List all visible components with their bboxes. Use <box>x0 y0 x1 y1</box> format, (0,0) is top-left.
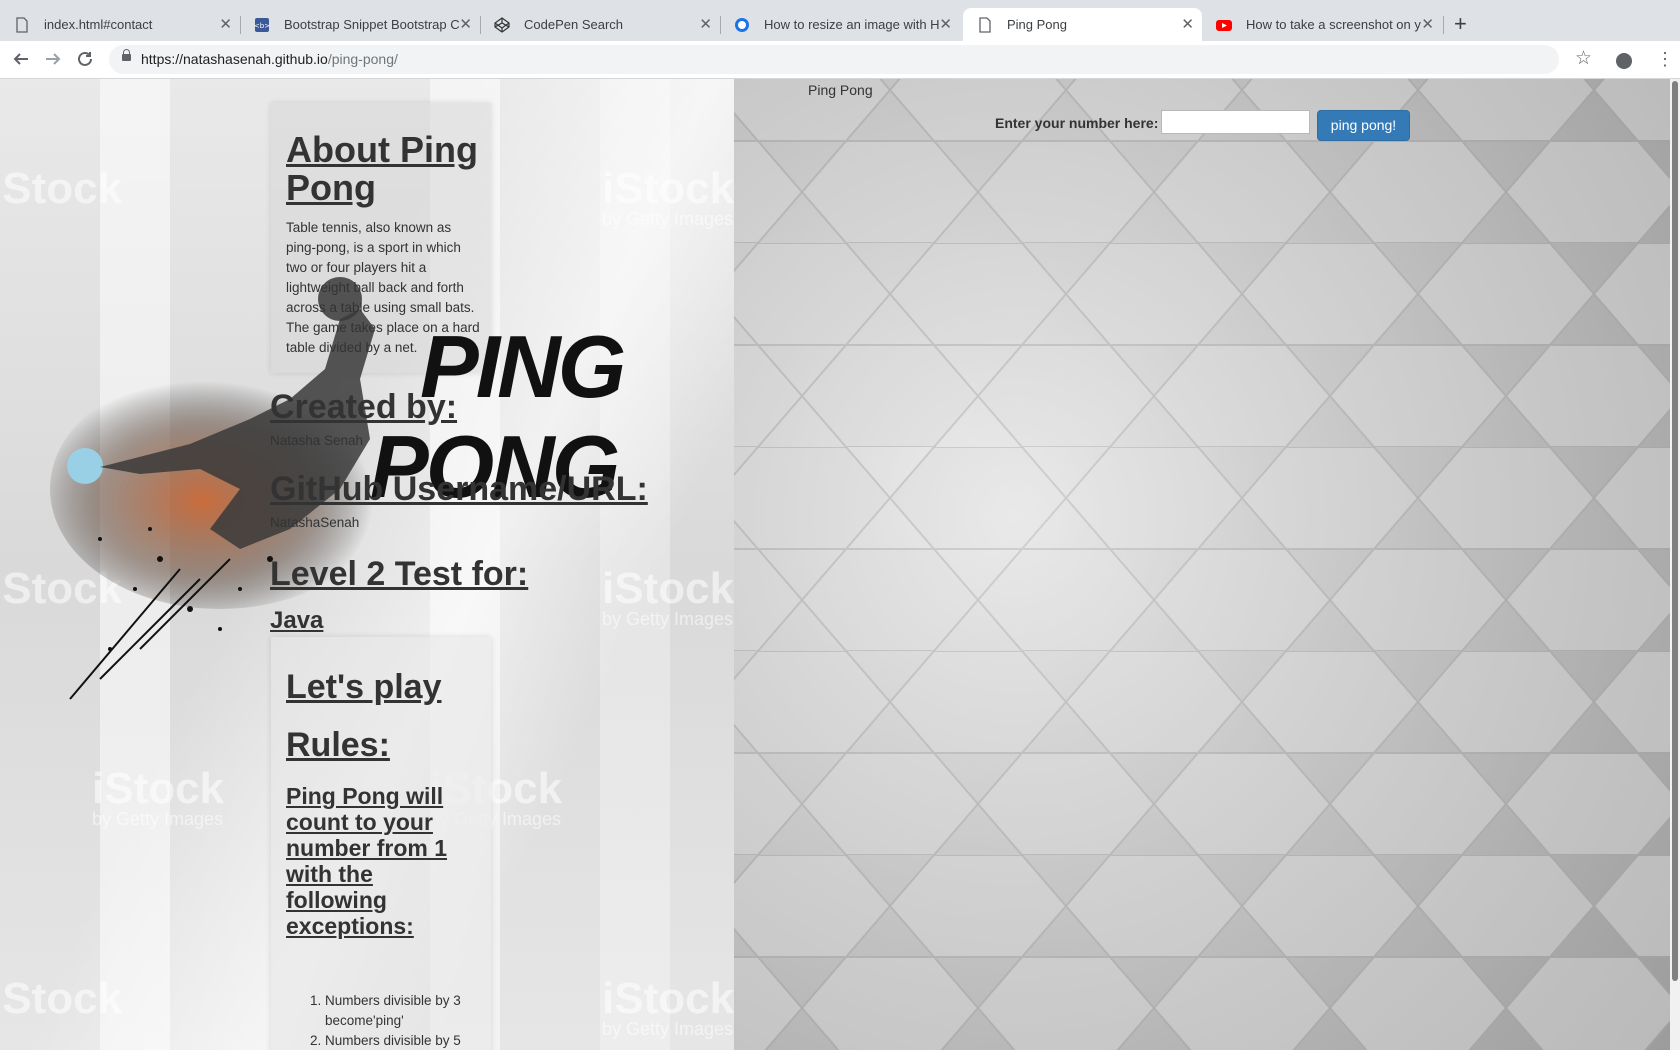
file-icon <box>16 17 28 33</box>
ping-pong-button[interactable]: ping pong! <box>1317 110 1410 141</box>
rules-heading: Rules: <box>286 726 390 764</box>
list-item: Numbers divisible by 3 become'ping' <box>325 991 505 1031</box>
browser-toolbar: https://natashasenah.github.io/ping-pong… <box>0 41 1680 79</box>
bookmark-star-icon[interactable]: ☆ <box>1575 47 1592 70</box>
java-heading: Java <box>270 607 324 634</box>
github-username: NatashaSenah <box>270 515 360 530</box>
back-button[interactable] <box>9 47 33 71</box>
github-heading: GitHub Username/URL: <box>270 470 648 508</box>
website-icon <box>735 18 749 32</box>
reload-button[interactable] <box>73 47 97 71</box>
created-by-heading: Created by: <box>270 388 458 426</box>
tab-title: CodePen Search <box>524 17 624 32</box>
tab-title: How to take a screenshot on y <box>1246 17 1421 32</box>
reload-icon <box>78 51 92 66</box>
watermark: iStock by Getty Images <box>602 974 735 1040</box>
list-item: Numbers divisible by 5 <box>325 1031 505 1050</box>
tab-bootsnipp[interactable]: <b> Bootstrap Snippet Bootstrap C ✕ <box>240 8 480 41</box>
profile-icon[interactable] <box>1616 53 1632 69</box>
url-text: https://natashasenah.github.io/ping-pong… <box>141 51 398 67</box>
watermark: iStock by Getty Images <box>602 164 735 230</box>
scrollbar[interactable] <box>1670 79 1680 1050</box>
tab-title: How to resize an image with H <box>764 17 940 32</box>
svg-text:<b>: <b> <box>254 22 270 30</box>
tab-title: index.html#contact <box>44 17 153 32</box>
close-icon[interactable]: ✕ <box>459 8 472 41</box>
youtube-icon <box>1216 20 1232 31</box>
watermark: iStock <box>0 164 123 213</box>
tab-screenshot-video[interactable]: How to take a screenshot on y ✕ <box>1202 8 1442 41</box>
forward-arrow-icon <box>46 53 61 65</box>
tab-index-contact[interactable]: index.html#contact ✕ <box>0 8 240 41</box>
page-content: iStock iStock by Getty Images iStock iSto… <box>0 79 1680 1050</box>
level-heading: Level 2 Test for: <box>270 555 529 593</box>
close-icon[interactable]: ✕ <box>939 8 952 41</box>
lets-play-heading: Let's play <box>286 668 442 706</box>
menu-icon[interactable]: ⋮ <box>1656 47 1674 71</box>
bootsnipp-icon: <b> <box>254 18 270 32</box>
rules-list: Numbers divisible by 3 become'ping' Numb… <box>305 991 505 1050</box>
close-icon[interactable]: ✕ <box>699 8 712 41</box>
lock-icon <box>122 49 131 61</box>
back-arrow-icon <box>13 53 28 65</box>
about-text: Table tennis, also known as ping-pong, i… <box>286 220 480 355</box>
file-icon <box>979 17 991 33</box>
address-bar[interactable]: https://natashasenah.github.io/ping-pong… <box>109 45 1559 74</box>
about-heading: About Ping Pong <box>286 129 478 208</box>
author-name: Natasha Senah <box>270 433 364 448</box>
close-icon[interactable]: ✕ <box>1421 8 1434 41</box>
number-input-label: Enter your number here: <box>995 115 1159 131</box>
watermark: iStock by Getty Images <box>92 764 225 830</box>
tab-strip: index.html#contact ✕ <b> Bootstrap Snipp… <box>0 0 1680 41</box>
tab-title: Bootstrap Snippet Bootstrap C <box>284 17 460 32</box>
close-icon[interactable]: ✕ <box>1181 8 1194 41</box>
number-input[interactable] <box>1161 110 1310 134</box>
hexagon-pattern <box>734 79 1670 1050</box>
rules-description: Ping Pong will count to your number from… <box>286 783 448 939</box>
tab-resize-image[interactable]: How to resize an image with H ✕ <box>720 8 960 41</box>
hexagon-background <box>734 79 1680 1050</box>
close-icon[interactable]: ✕ <box>219 8 232 41</box>
tab-ping-pong[interactable]: Ping Pong ✕ <box>963 8 1202 41</box>
watermark: iStock <box>0 974 123 1023</box>
scrollbar-thumb[interactable] <box>1672 81 1678 981</box>
tab-title: Ping Pong <box>1007 17 1067 32</box>
codepen-icon <box>494 17 510 33</box>
new-tab-button[interactable]: + <box>1454 11 1467 37</box>
page-title: Ping Pong <box>808 82 873 98</box>
watermark: iStock by Getty Images <box>602 564 735 630</box>
forward-button[interactable] <box>41 47 65 71</box>
tab-codepen[interactable]: CodePen Search ✕ <box>480 8 720 41</box>
